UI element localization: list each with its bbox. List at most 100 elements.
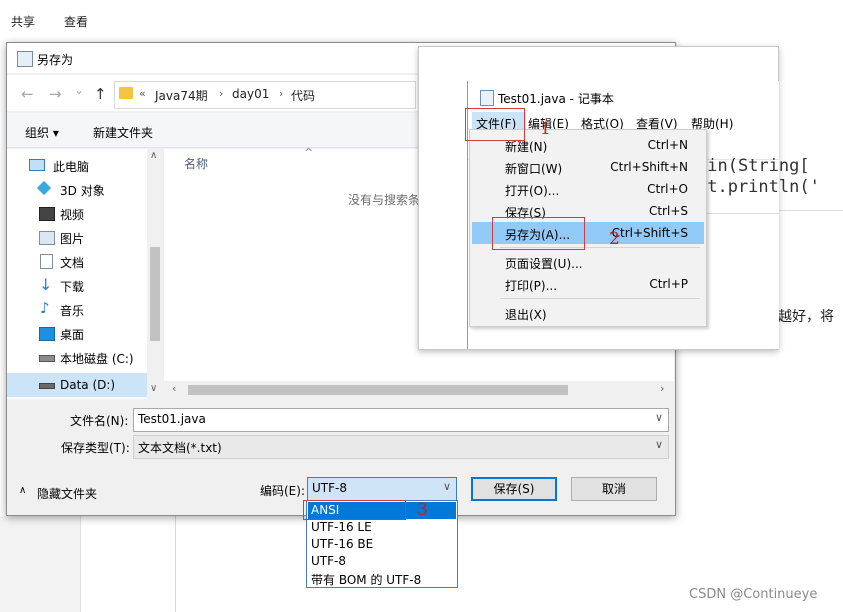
notepad-screenshot: Test01.java - 记事本 文件(F) 编辑(E) 格式(O) 查看(V… [418,46,820,350]
nav-scrollbar[interactable]: ∧ ∨ [147,149,163,399]
recent-locations-icon[interactable]: ⌄ [74,83,84,97]
back-arrow-icon[interactable]: ← [21,85,34,103]
video-icon [39,207,55,221]
annotation-box-file-menu [465,108,525,141]
scroll-right-icon[interactable]: › [660,382,664,395]
notepad-title: Test01.java - 记事本 [498,92,614,106]
filename-value: Test01.java [138,412,206,426]
nav-item-data-d[interactable]: Data (D:) [29,373,159,395]
menu-separator [500,298,700,299]
nav-label: 桌面 [60,328,85,342]
forward-arrow-icon[interactable]: → [49,85,62,103]
up-arrow-icon[interactable]: ↑ [94,85,107,103]
code-line-2: ut.println(' [697,177,820,197]
menu-item-page-setup[interactable]: 页面设置(U)... [472,251,704,273]
encoding-option-utf8-bom[interactable]: 带有 BOM 的 UTF-8 [308,570,456,587]
menu-item-label: 打开(O)... [505,184,560,198]
scroll-left-icon[interactable]: ‹ [172,382,176,395]
annotation-box-save-as [492,217,585,250]
menu-item-label: 新窗口(W) [505,162,563,176]
breadcrumb-java74[interactable]: Java74期 [155,87,208,104]
nav-item-local-disk-c[interactable]: 本地磁盘 (C:) [29,347,159,369]
nav-item-this-pc[interactable]: 此电脑 [29,155,159,177]
menu-item-label: 打印(P)... [505,279,558,293]
breadcrumb-separator-icon: › [219,87,224,100]
address-bar[interactable]: « Java74期 › day01 › 代码 [114,81,416,109]
organize-button[interactable]: 组织 ▾ [25,124,59,141]
nav-item-documents[interactable]: 文档 [29,251,159,273]
article-snippet: 越好，将 [778,309,834,325]
menu-item-print[interactable]: 打印(P)... Ctrl+P [472,273,704,295]
chevron-up-icon[interactable]: ∧ [19,485,26,496]
breadcrumb-day01[interactable]: day01 [232,87,269,101]
nav-item-desktop[interactable]: 桌面 [29,323,159,345]
disk-icon [39,383,55,389]
sort-arrow-icon: ^ [304,146,314,159]
encoding-label: 编码(E): [260,484,305,498]
menu-item-shortcut: Ctrl+S [648,204,688,218]
scroll-thumb[interactable] [188,385,568,395]
encoding-select[interactable]: UTF-8 ∨ [307,477,457,501]
scroll-up-icon[interactable]: ∧ [150,150,157,161]
encoding-option-utf16le[interactable]: UTF-16 LE [308,519,456,536]
disk-icon [39,355,55,362]
empty-message: 没有与搜索条 [348,193,421,207]
chevron-down-icon[interactable]: ∨ [655,411,663,424]
nav-label: 3D 对象 [60,184,105,198]
scroll-down-icon[interactable]: ∨ [150,383,157,394]
divider [778,210,843,211]
divider [175,516,176,612]
chevron-down-icon[interactable]: ∨ [443,480,451,493]
nav-label: 此电脑 [53,160,90,174]
nav-label: Data (D:) [60,378,116,392]
menu-item-shortcut: Ctrl+O [647,182,688,196]
scroll-thumb[interactable] [150,247,160,341]
ribbon-tab-share[interactable]: 共享 [11,13,35,30]
breadcrumb-separator-icon: › [279,87,284,100]
explorer-ribbon: 共享 查看 [0,0,843,40]
filetype-value: 文本文档(*.txt) [138,441,222,455]
notepad-icon [480,90,494,106]
desktop-icon [39,327,55,341]
encoding-option-utf16be[interactable]: UTF-16 BE [308,536,456,553]
filetype-select[interactable]: 文本文档(*.txt) ∨ [133,435,669,459]
annotation-step-2: 2 [609,229,620,249]
menu-item-shortcut: Ctrl+Shift+S [611,226,688,240]
nav-item-3d-objects[interactable]: 3D 对象 [29,179,159,201]
divider [704,213,779,214]
nav-item-videos[interactable]: 视频 [29,203,159,225]
menu-item-shortcut: Ctrl+P [649,277,688,291]
code-line-1: ain(String[ [697,156,810,176]
dialog-title: 另存为 [37,53,74,67]
breadcrumb-overflow[interactable]: « [139,87,146,100]
nav-label: 音乐 [60,304,85,318]
explorer-nav-background [0,516,81,612]
cancel-button[interactable]: 取消 [571,477,657,501]
encoding-option-utf8[interactable]: UTF-8 [308,553,456,570]
column-header-name[interactable]: 名称 [184,155,208,172]
nav-item-pictures[interactable]: 图片 [29,227,159,249]
hide-folders-toggle[interactable]: 隐藏文件夹 [37,485,97,502]
annotation-box-ansi [303,500,406,520]
menu-item-label: 页面设置(U)... [505,257,583,271]
menu-item-exit[interactable]: 退出(X) [472,302,704,324]
filetype-label: 保存类型(T): [61,441,130,455]
horizontal-scrollbar[interactable]: ‹ › [164,381,674,399]
menu-item-shortcut: Ctrl+N [647,138,688,152]
download-icon: ↓ [39,275,53,294]
nav-item-music[interactable]: ♪ 音乐 [29,299,159,321]
encoding-value: UTF-8 [312,481,347,495]
new-folder-button[interactable]: 新建文件夹 [93,124,153,141]
picture-icon [39,231,55,245]
breadcrumb-code[interactable]: 代码 [291,87,315,104]
chevron-down-icon[interactable]: ∨ [655,438,663,451]
ribbon-tab-view[interactable]: 查看 [64,13,88,30]
menu-item-open[interactable]: 打开(O)... Ctrl+O [472,178,704,200]
nav-label: 视频 [60,208,85,222]
music-icon: ♪ [40,299,50,317]
menu-item-new-window[interactable]: 新窗口(W) Ctrl+Shift+N [472,156,704,178]
filename-label: 文件名(N): [70,414,129,428]
nav-item-downloads[interactable]: ↓ 下载 [29,275,159,297]
save-button[interactable]: 保存(S) [471,477,557,501]
filename-field[interactable]: Test01.java ∨ [133,408,669,432]
